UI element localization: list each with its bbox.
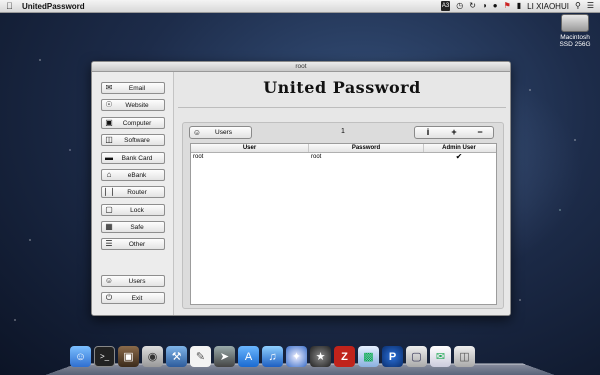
safe-icon: ▦ — [105, 222, 113, 231]
sidebar-item-website[interactable]: ☉ Website — [101, 99, 165, 111]
sidebar-item-label: eBank — [127, 171, 147, 179]
sidebar-item-other[interactable]: ☰ Other — [101, 238, 165, 250]
column-header-password[interactable]: Password — [309, 144, 424, 152]
menubar-app-name[interactable]: UnitedPassword — [22, 2, 85, 11]
menubar:  UnitedPassword A3 ◷ ↻ ◑ ● ⚑ ▮ LI XIAOH… — [0, 0, 600, 13]
app-window: root ✉ Email ☉ Website ▣ Computer ◫ Soft… — [91, 61, 511, 316]
sidebar-item-software[interactable]: ◫ Software — [101, 134, 165, 146]
router-icon: ❘❘ — [102, 187, 116, 196]
launchpad-icon[interactable]: ➤ — [214, 346, 235, 367]
finder-icon[interactable]: ☺ — [70, 346, 91, 367]
sync-icon[interactable]: ↻ — [469, 1, 476, 11]
sidebar-item-users[interactable]: ☺ Users — [101, 275, 165, 287]
user-count: 1 — [341, 128, 345, 135]
input-source-icon[interactable]: A3 — [440, 1, 451, 11]
charts-icon[interactable]: ▩ — [358, 346, 379, 367]
xcode-icon[interactable]: ⚒ — [166, 346, 187, 367]
sidebar-item-label: Users — [128, 277, 146, 285]
main-pane: United Password ☺ Users 1 i + − User Pas… — [174, 72, 510, 315]
admin-checkmark-icon[interactable]: ✔ — [424, 153, 494, 162]
sidebar-item-label: Other — [128, 240, 146, 248]
app-store-icon[interactable]: A — [238, 346, 259, 367]
shield-icon[interactable]: ◑ — [482, 1, 487, 11]
users-panel: ☺ Users 1 i + − User Password Admin User… — [182, 122, 504, 309]
photos-icon[interactable]: ▣ — [118, 346, 139, 367]
sidebar-item-lock[interactable]: ▢ Lock — [101, 204, 165, 216]
user-actions-segmented-control: i + − — [414, 126, 494, 139]
sidebar-item-label: Computer — [122, 119, 152, 127]
users-icon: ☺ — [104, 276, 114, 285]
users-button[interactable]: ☺ Users — [189, 126, 252, 139]
category-sidebar: ✉ Email ☉ Website ▣ Computer ◫ Software … — [92, 72, 174, 315]
app-title: United Password — [263, 78, 421, 97]
flag-icon[interactable]: ⚑ — [504, 1, 511, 11]
mail-icon[interactable]: ✉ — [430, 346, 451, 367]
sidebar-item-label: Website — [125, 101, 149, 109]
info-button[interactable]: i — [415, 127, 441, 138]
window-icon[interactable]: ▢ — [406, 346, 427, 367]
search-icon[interactable]: ⚲ — [575, 1, 581, 11]
apple-icon[interactable]:  — [6, 1, 16, 11]
column-header-user[interactable]: User — [191, 144, 309, 152]
sidebar-item-ebank[interactable]: ⌂ eBank — [101, 169, 165, 181]
dock-icons: ☺ >_ ▣ ◉ ⚒ ✎ ➤ A ♫ ✦ ★ Z ▩ P ▢ ✉ ◫ — [70, 346, 475, 367]
safari-icon[interactable]: ✦ — [286, 346, 307, 367]
preview-icon[interactable]: ◉ — [142, 346, 163, 367]
divider — [178, 107, 506, 108]
sidebar-item-safe[interactable]: ▦ Safe — [101, 221, 165, 233]
window-title: root — [92, 62, 510, 72]
dock: ☺ >_ ▣ ◉ ⚒ ✎ ➤ A ♫ ✦ ★ Z ▩ P ▢ ✉ ◫ — [44, 346, 556, 375]
users-icon: ☺ — [192, 128, 202, 137]
remove-user-button[interactable]: − — [467, 127, 493, 138]
terminal-icon[interactable]: >_ — [94, 346, 115, 367]
clock-icon[interactable]: ◷ — [456, 1, 463, 11]
textedit-icon[interactable]: ✎ — [190, 346, 211, 367]
sidebar-item-router[interactable]: ❘❘ Router — [101, 186, 165, 198]
menubar-status-area: A3 ◷ ↻ ◑ ● ⚑ ▮ LI XIAOHUI ⚲ ☰ — [440, 1, 594, 11]
wifi-icon[interactable]: ● — [493, 1, 498, 11]
itunes-icon[interactable]: ♫ — [262, 346, 283, 367]
drive-label: Macintosh SSD 256G — [559, 34, 591, 48]
users-button-label: Users — [215, 129, 232, 136]
filezilla-icon[interactable]: Z — [334, 346, 355, 367]
power-icon: ⏻ — [105, 293, 113, 302]
email-icon: ✉ — [105, 83, 113, 92]
bank-icon: ⌂ — [106, 170, 112, 179]
software-icon: ◫ — [105, 135, 113, 144]
cell-user: root — [193, 154, 204, 160]
sidebar-item-label: Bank Card — [121, 154, 153, 162]
sidebar-item-computer[interactable]: ▣ Computer — [101, 117, 165, 129]
battery-icon[interactable]: ▮ — [517, 1, 521, 11]
hard-drive-icon — [561, 14, 589, 32]
sidebar-item-label: Router — [127, 188, 147, 196]
trash-icon[interactable]: ◫ — [454, 346, 475, 367]
add-user-button[interactable]: + — [441, 127, 467, 138]
sidebar-item-email[interactable]: ✉ Email — [101, 82, 165, 94]
table-header: User Password Admin User — [191, 144, 496, 153]
sidebar-item-label: Exit — [131, 294, 143, 302]
pockets-icon[interactable]: P — [382, 346, 403, 367]
cell-password: root — [311, 154, 322, 160]
table-row[interactable]: root root ✔ — [191, 153, 496, 162]
sidebar-item-bank-card[interactable]: ▬ Bank Card — [101, 152, 165, 164]
globe-icon: ☉ — [105, 100, 113, 109]
list-icon[interactable]: ☰ — [587, 1, 594, 11]
users-table: User Password Admin User root root ✔ — [190, 143, 497, 305]
lock-icon: ▢ — [105, 205, 113, 214]
sidebar-item-exit[interactable]: ⏻ Exit — [101, 292, 165, 304]
sidebar-item-label: Safe — [130, 223, 144, 231]
sidebar-item-label: Lock — [130, 206, 144, 214]
column-header-admin[interactable]: Admin User — [424, 144, 494, 152]
menu-icon: ☰ — [105, 239, 113, 248]
desktop-drive[interactable]: Macintosh SSD 256G — [554, 14, 596, 48]
sidebar-item-label: Email — [128, 84, 146, 92]
star-app-icon[interactable]: ★ — [310, 346, 331, 367]
computer-icon: ▣ — [105, 118, 113, 127]
menubar-user-name[interactable]: LI XIAOHUI — [527, 2, 569, 11]
card-icon: ▬ — [105, 153, 113, 162]
sidebar-item-label: Software — [124, 136, 150, 144]
